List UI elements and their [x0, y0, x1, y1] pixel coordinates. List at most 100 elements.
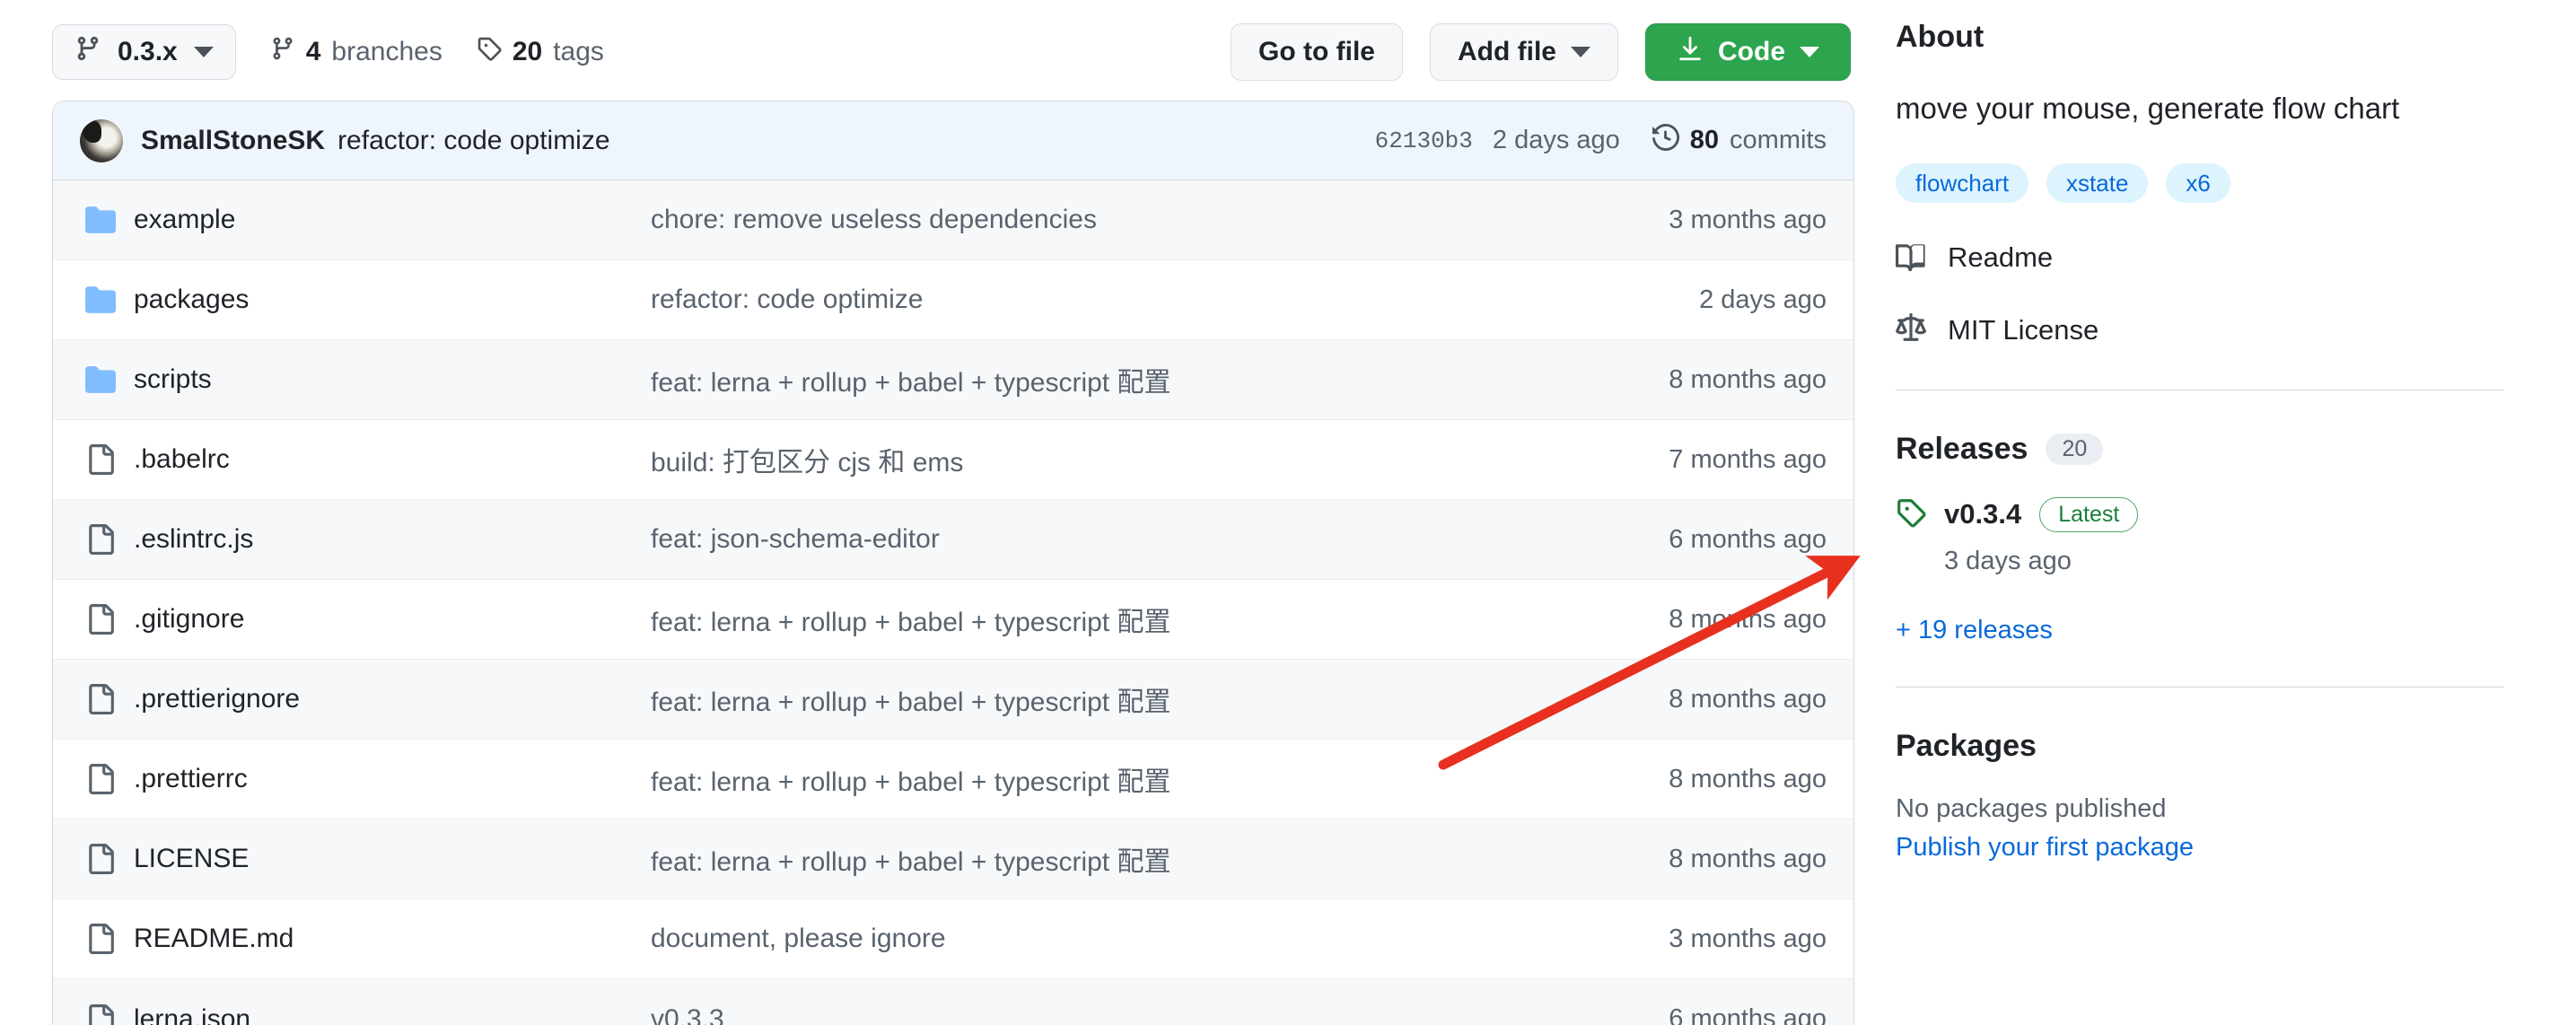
file-icon: [80, 604, 121, 635]
file-list-table: SmallStoneSK refactor: code optimize 621…: [52, 101, 1854, 1025]
commit-message[interactable]: refactor: code optimize: [337, 126, 609, 156]
sidebar-divider-2: [1896, 686, 2504, 688]
file-name[interactable]: LICENSE: [121, 844, 651, 874]
file-commit-message[interactable]: feat: lerna + rollup + babel + typescrip…: [651, 360, 1575, 399]
releases-count-badge: 20: [2046, 433, 2104, 465]
branch-selector-button[interactable]: 0.3.x: [52, 24, 236, 80]
file-commit-message[interactable]: feat: json-schema-editor: [651, 524, 1575, 555]
avatar[interactable]: [80, 118, 123, 162]
history-icon: [1652, 123, 1679, 158]
release-date: 3 days ago: [1944, 546, 2072, 575]
file-commit-message[interactable]: document, please ignore: [651, 924, 1575, 954]
file-name[interactable]: .prettierignore: [121, 684, 651, 714]
tags-link[interactable]: 20 tags: [477, 36, 604, 68]
releases-section: Releases 20 v0.3.4 Latest 3 days ago + 1…: [1896, 432, 2576, 645]
table-row[interactable]: LICENSE feat: lerna + rollup + babel + ty…: [53, 819, 1853, 899]
file-age: 3 months ago: [1669, 924, 1827, 953]
file-name[interactable]: .eslintrc.js: [121, 524, 651, 555]
table-row[interactable]: lerna.json v0.3.3 6 months ago: [53, 979, 1853, 1025]
file-name[interactable]: scripts: [121, 364, 651, 395]
releases-heading: Releases: [1896, 431, 2028, 466]
file-icon: [80, 844, 121, 874]
file-age: 8 months ago: [1669, 364, 1827, 394]
topic-tags: flowchart xstate x6: [1896, 162, 2576, 203]
file-name[interactable]: README.md: [121, 924, 651, 954]
file-age: 6 months ago: [1669, 524, 1827, 554]
repo-sidebar: About move your mouse, generate flow cha…: [1851, 0, 2576, 1025]
license-link[interactable]: MIT License: [1896, 312, 2576, 348]
file-commit-message[interactable]: chore: remove useless dependencies: [651, 205, 1575, 235]
commits-label: commits: [1730, 126, 1827, 154]
file-name[interactable]: .prettierrc: [121, 764, 651, 794]
tag-icon: [477, 36, 502, 68]
release-version: v0.3.4: [1944, 498, 2022, 530]
folder-icon: [80, 285, 121, 315]
readme-label: Readme: [1948, 241, 2054, 274]
file-icon: [80, 524, 121, 555]
file-name[interactable]: .babelrc: [121, 444, 651, 475]
table-row[interactable]: README.md document, please ignore 3 months…: [53, 899, 1853, 979]
file-age: 8 months ago: [1669, 844, 1827, 873]
table-row[interactable]: .eslintrc.js feat: json-schema-editor 6 mo…: [53, 500, 1853, 580]
file-icon: [80, 1003, 121, 1025]
file-icon: [80, 764, 121, 794]
file-commit-message[interactable]: feat: lerna + rollup + babel + typescrip…: [651, 600, 1575, 639]
branches-link[interactable]: 4 branches: [270, 36, 442, 68]
commit-author[interactable]: SmallStoneSK: [141, 126, 325, 156]
commit-sha[interactable]: 62130b3: [1375, 127, 1473, 154]
chevron-down-icon: [193, 47, 214, 57]
topic-tag[interactable]: x6: [2166, 162, 2230, 203]
branch-icon: [74, 35, 101, 69]
file-age: 7 months ago: [1669, 444, 1827, 474]
file-name[interactable]: lerna.json: [121, 1004, 651, 1025]
file-commit-message[interactable]: refactor: code optimize: [651, 285, 1575, 315]
license-label: MIT License: [1948, 314, 2099, 346]
topic-tag[interactable]: flowchart: [1896, 162, 2029, 203]
branch-name-label: 0.3.x: [118, 37, 178, 66]
table-row[interactable]: .prettierignore feat: lerna + rollup + ba…: [53, 660, 1853, 740]
latest-commit-bar: SmallStoneSK refactor: code optimize 621…: [53, 101, 1853, 180]
code-button[interactable]: Code: [1645, 23, 1851, 81]
table-row[interactable]: scripts feat: lerna + rollup + babel + ty…: [53, 340, 1853, 420]
file-name[interactable]: packages: [121, 285, 651, 315]
publish-package-link[interactable]: Publish your first package: [1896, 833, 2576, 863]
table-row[interactable]: .gitignore feat: lerna + rollup + babel +…: [53, 580, 1853, 660]
file-toolbar: 0.3.x 4 branches 20 tags Go to file Add …: [52, 0, 1851, 88]
latest-release-row[interactable]: v0.3.4 Latest: [1896, 496, 2576, 532]
branches-count: 4: [305, 37, 321, 66]
packages-empty-text: No packages published: [1896, 793, 2167, 823]
table-row[interactable]: example chore: remove useless dependencie…: [53, 180, 1853, 260]
file-name[interactable]: .gitignore: [121, 604, 651, 635]
file-icon: [80, 684, 121, 714]
file-commit-message[interactable]: build: 打包区分 cjs 和 ems: [651, 440, 1575, 479]
packages-heading: Packages: [1896, 728, 2037, 763]
add-file-button[interactable]: Add file: [1430, 23, 1618, 81]
tags-label: tags: [553, 37, 604, 66]
readme-link[interactable]: Readme: [1896, 241, 2576, 276]
file-icon: [80, 924, 121, 954]
file-rows-container: example chore: remove useless dependencie…: [53, 180, 1853, 1025]
more-releases-link[interactable]: + 19 releases: [1896, 616, 2576, 645]
topic-tag[interactable]: xstate: [2046, 162, 2149, 203]
file-name[interactable]: example: [121, 205, 651, 235]
chevron-down-icon: [1571, 47, 1590, 57]
file-commit-message[interactable]: feat: lerna + rollup + babel + typescrip…: [651, 679, 1575, 719]
file-commit-message[interactable]: feat: lerna + rollup + babel + typescrip…: [651, 759, 1575, 799]
download-icon: [1677, 35, 1704, 69]
commit-date: 2 days ago: [1492, 126, 1620, 154]
table-row[interactable]: .babelrc build: 打包区分 cjs 和 ems 7 months ag…: [53, 420, 1853, 500]
table-row[interactable]: packages refactor: code optimize 2 days ag…: [53, 260, 1853, 340]
table-row[interactable]: .prettierrc feat: lerna + rollup + babel …: [53, 740, 1853, 819]
branches-label: branches: [331, 37, 442, 66]
law-icon: [1896, 312, 1926, 348]
repo-main-column: 0.3.x 4 branches 20 tags Go to file Add …: [0, 0, 1854, 1025]
file-commit-message[interactable]: feat: lerna + rollup + babel + typescrip…: [651, 839, 1575, 879]
repository-page: 0.3.x 4 branches 20 tags Go to file Add …: [0, 0, 2576, 1025]
toolbar-actions: Go to file Add file Code: [1231, 23, 1851, 81]
file-commit-message[interactable]: v0.3.3: [651, 1004, 1575, 1025]
folder-icon: [80, 364, 121, 395]
commits-count-link[interactable]: 80 commits: [1652, 123, 1827, 158]
commit-meta: 62130b3 2 days ago 80 commits: [1375, 123, 1827, 158]
file-age: 8 months ago: [1669, 684, 1827, 714]
go-to-file-button[interactable]: Go to file: [1231, 23, 1403, 81]
